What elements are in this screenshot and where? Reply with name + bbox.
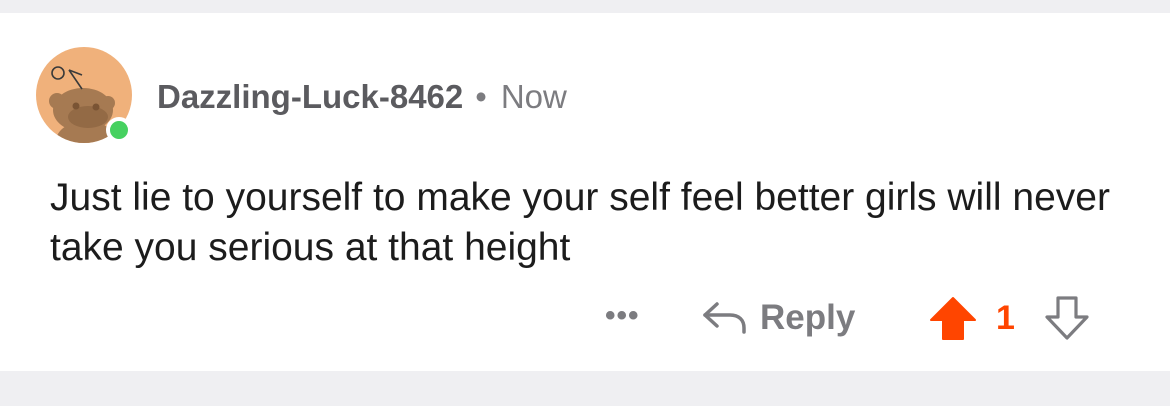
comment-body: Just lie to yourself to make your self f… bbox=[50, 176, 1110, 269]
comment-timestamp: Now bbox=[500, 78, 567, 115]
comment-meta: Dazzling-Luck-8462 • Now bbox=[157, 77, 567, 117]
downvote-button[interactable] bbox=[1043, 293, 1091, 343]
upvote-button[interactable] bbox=[928, 293, 978, 343]
more-options-icon: ••• bbox=[605, 299, 640, 332]
upvote-arrow-icon bbox=[930, 297, 976, 340]
downvote-arrow-icon bbox=[1045, 296, 1089, 340]
reply-label: Reply bbox=[760, 298, 856, 337]
meta-separator: • bbox=[475, 78, 487, 115]
reply-arrow-icon bbox=[703, 302, 746, 334]
online-status-indicator bbox=[106, 117, 132, 143]
username-link[interactable]: Dazzling-Luck-8462 bbox=[157, 78, 463, 115]
more-options-button[interactable]: ••• bbox=[605, 301, 655, 335]
comment-card: Dazzling-Luck-8462 • Now Just lie to yours… bbox=[0, 13, 1170, 371]
reply-button[interactable]: Reply bbox=[700, 293, 855, 343]
user-avatar[interactable] bbox=[36, 47, 132, 143]
comment-actions: ••• Reply 1 bbox=[0, 293, 1170, 343]
vote-count: 1 bbox=[996, 299, 1015, 337]
